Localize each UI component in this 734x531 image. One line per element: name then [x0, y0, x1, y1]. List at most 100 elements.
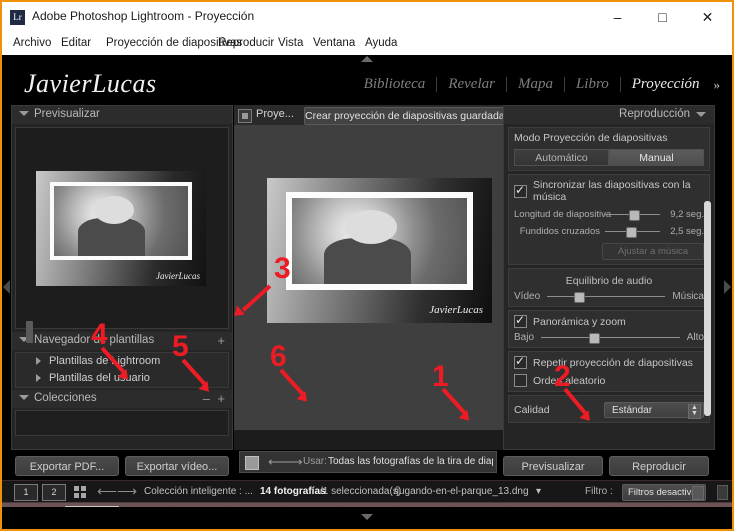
- random-order-checkbox[interactable]: [514, 374, 527, 387]
- module-libro[interactable]: Libro: [565, 76, 620, 93]
- arrow-right-icon[interactable]: ⟶: [284, 456, 303, 468]
- close-button[interactable]: ✕: [685, 2, 730, 33]
- audio-balance-left-label: Vídeo: [514, 291, 540, 302]
- maximize-icon: □: [640, 2, 685, 33]
- filmstrip-lock-icon[interactable]: [717, 485, 728, 500]
- left-panel-toggle-icon[interactable]: [3, 280, 10, 294]
- menu-item-1[interactable]: Editar: [58, 36, 94, 50]
- export-pdf-button[interactable]: Exportar PDF...: [15, 456, 119, 476]
- menu-item-0[interactable]: Archivo: [10, 36, 54, 50]
- sync-music-checkbox[interactable]: [514, 185, 527, 198]
- sync-music-label: Sincronizar las diapositivas con la músi…: [533, 179, 704, 203]
- page-1-button[interactable]: 1: [14, 484, 38, 501]
- sync-music-row[interactable]: Sincronizar las diapositivas con la músi…: [514, 179, 704, 203]
- pan-zoom-row[interactable]: Panorámica y zoom: [514, 315, 704, 328]
- audio-balance-row: Vídeo Música: [514, 291, 704, 302]
- audio-balance-slider[interactable]: [547, 292, 665, 301]
- repeat-row[interactable]: Repetir proyección de diapositivas: [514, 356, 704, 369]
- module-mapa[interactable]: Mapa: [507, 76, 564, 93]
- filmstrip-bar: 1 2 ⟵ ⟶ Colección inteligente : ... 14 f…: [2, 480, 732, 503]
- audio-balance-label: Equilibrio de audio: [514, 275, 704, 287]
- annotation-number-3: 3: [274, 254, 291, 284]
- slider-knob[interactable]: [574, 292, 585, 303]
- arrow-right-icon[interactable]: ⟶: [117, 484, 137, 499]
- slide-length-slider[interactable]: [605, 210, 660, 219]
- source-label[interactable]: Colección inteligente : ...: [144, 486, 253, 497]
- crossfade-value: 2,5 seg.: [660, 226, 704, 237]
- page-2-button[interactable]: 2: [42, 484, 66, 501]
- repeat-checkbox[interactable]: [514, 356, 527, 369]
- module-revelar[interactable]: Revelar: [437, 76, 506, 93]
- slideshow-mode-toggle: Automático Manual: [514, 149, 704, 166]
- chevron-right-icon[interactable]: »: [711, 77, 721, 93]
- pan-zoom-slider[interactable]: [541, 333, 680, 342]
- module-proyección[interactable]: Proyección: [621, 76, 711, 93]
- preview-panel-header[interactable]: Previsualizar: [12, 106, 232, 124]
- stepper-icon[interactable]: ▲▼: [688, 404, 701, 419]
- create-saved-slideshow-button[interactable]: Crear proyección de diapositivas guardad…: [304, 107, 505, 125]
- menu-item-3[interactable]: Reproducir: [215, 36, 277, 50]
- slideshow-mode-group: Modo Proyección de diapositivas Automáti…: [508, 127, 710, 171]
- crossfade-slider[interactable]: [605, 227, 660, 236]
- left-panel-buttons: Exportar PDF... Exportar vídeo...: [11, 454, 233, 480]
- minimize-button[interactable]: –: [595, 2, 640, 33]
- right-panel: Reproducción Modo Proyección de diaposit…: [503, 105, 715, 450]
- identity-plate[interactable]: JavierLucas: [24, 69, 157, 99]
- annotation-number-1: 1: [432, 362, 449, 392]
- quality-select[interactable]: Estándar ▲▼: [604, 402, 704, 418]
- bottom-panel-toggle[interactable]: [2, 507, 732, 529]
- preview-panel-title: Previsualizar: [34, 108, 100, 120]
- menu-item-4[interactable]: Vista: [275, 36, 306, 50]
- right-panel-toggle-icon[interactable]: [724, 280, 731, 294]
- slide-preview[interactable]: JavierLucas: [267, 178, 492, 323]
- use-value[interactable]: Todas las fotografías de la tira de diap…: [328, 456, 493, 467]
- play-button[interactable]: Reproducir: [609, 456, 709, 476]
- mode-manual-button[interactable]: Manual: [609, 149, 704, 166]
- filter-value: Filtros desactiva...: [623, 485, 694, 500]
- annotation-number-5: 5: [172, 332, 189, 362]
- fit-to-music-button[interactable]: Ajustar a música: [602, 243, 704, 260]
- collections-header[interactable]: Colecciones – +: [12, 390, 232, 408]
- slider-knob[interactable]: [589, 333, 600, 344]
- add-collection-icon[interactable]: +: [217, 391, 225, 406]
- maximize-button[interactable]: □: [640, 2, 685, 33]
- lightroom-app: JavierLucas BibliotecaRevelarMapaLibroPr…: [2, 55, 732, 529]
- current-filename: /jugando-en-el-parque_13.dng: [394, 486, 529, 497]
- pan-zoom-group: Panorámica y zoom Bajo Alto: [508, 310, 710, 348]
- left-panel-resize-grip[interactable]: [26, 321, 33, 343]
- preview-photo-matte: [50, 182, 192, 260]
- photo-count: 14 fotografías: [260, 486, 326, 497]
- slider-knob[interactable]: [626, 227, 637, 238]
- export-video-button[interactable]: Exportar vídeo...: [125, 456, 229, 476]
- top-panel-toggle[interactable]: [2, 55, 732, 65]
- lr-icon: Lr: [10, 10, 25, 25]
- add-template-icon[interactable]: +: [217, 333, 225, 348]
- playback-panel-header[interactable]: Reproducción: [504, 106, 714, 124]
- stepper-icon[interactable]: [692, 486, 704, 500]
- pan-zoom-checkbox[interactable]: [514, 315, 527, 328]
- menu-item-6[interactable]: Ayuda: [362, 36, 400, 50]
- stop-square-icon[interactable]: [245, 456, 259, 470]
- collections-list[interactable]: [15, 410, 229, 436]
- right-panel-scrollbar[interactable]: [704, 201, 711, 416]
- filter-select[interactable]: Filtros desactiva...: [622, 484, 706, 501]
- chevron-down-icon[interactable]: ▾: [536, 486, 541, 497]
- random-order-row[interactable]: Orden aleatorio: [514, 374, 704, 387]
- arrow-left-icon[interactable]: ⟵: [97, 484, 117, 499]
- preview-stage: JavierLucas: [15, 127, 229, 329]
- template-navigator-header[interactable]: Navegador de plantillas +: [12, 332, 232, 350]
- quality-group: Calidad Estándar ▲▼: [508, 395, 710, 423]
- audio-balance-right-label: Música: [672, 291, 704, 302]
- crossfade-slider-row: Fundidos cruzados 2,5 seg.: [514, 226, 704, 237]
- menu-item-5[interactable]: Ventana: [310, 36, 358, 50]
- slider-knob[interactable]: [629, 210, 640, 221]
- filter-label: Filtro :: [585, 486, 613, 497]
- pan-zoom-range-row: Bajo Alto: [514, 332, 704, 343]
- grid-view-icon[interactable]: [74, 486, 87, 498]
- mode-automatic-button[interactable]: Automático: [514, 149, 609, 166]
- window-titlebar: Lr Adobe Photoshop Lightroom - Proyecció…: [2, 2, 732, 33]
- module-biblioteca[interactable]: Biblioteca: [353, 76, 437, 93]
- preview-button[interactable]: Previsualizar: [503, 456, 603, 476]
- playback-panel-title: Reproducción: [619, 108, 690, 120]
- slideshow-mode-label: Modo Proyección de diapositivas: [514, 132, 704, 144]
